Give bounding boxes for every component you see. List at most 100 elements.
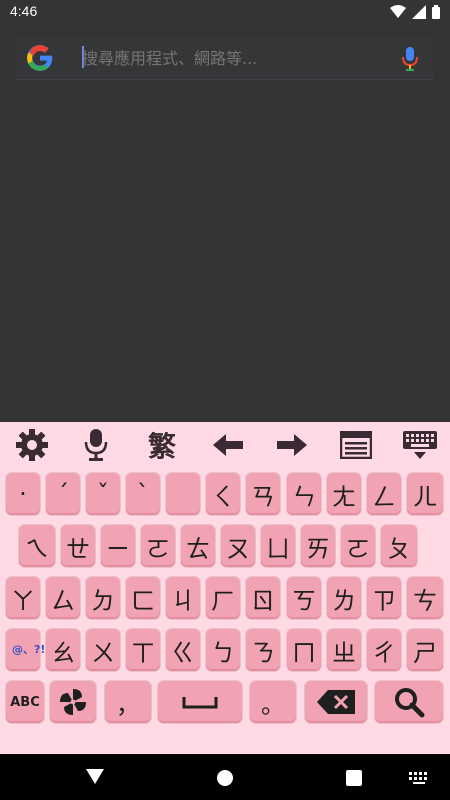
key-label: ㄗ [372,586,396,615]
key-label: ㄤ [332,482,356,511]
keyboard-toolbar: 繁 [0,422,450,468]
key-row1-4[interactable]: ˋ [125,472,161,516]
key-label: ㄎ [292,586,316,615]
period-label: 。 [261,690,285,719]
key-label: ㄑ [211,482,235,511]
key-label: ㄌ [332,586,356,615]
key-row4-4[interactable]: ㄍ [165,628,201,672]
traditional-chinese-toggle[interactable]: 繁 [142,428,182,463]
battery-icon [432,5,440,19]
key-label: ㄆ [387,534,411,563]
key-label: ˇ [97,480,109,508]
key-row2-9[interactable]: ㄛ [340,524,376,568]
key-row2-4[interactable]: ㄛ [140,524,176,568]
home-circle-icon[interactable] [216,769,234,787]
key-row4-10[interactable]: ㄕ [406,628,444,672]
key-row3-7[interactable]: ㄖ [245,576,281,620]
key-row1-1[interactable]: · [5,472,41,516]
signal-icon [412,5,426,19]
key-row4-3[interactable]: ㄒ [125,628,161,672]
hide-keyboard-icon[interactable] [400,428,440,462]
back-triangle-icon[interactable] [86,769,104,785]
recents-square-icon[interactable] [345,769,363,787]
backspace-key[interactable] [304,680,368,724]
key-row2-6[interactable]: ㄡ [220,524,256,568]
cursor-right-arrow-icon[interactable] [274,428,310,462]
key-row3-3[interactable]: ㄉ [85,576,121,620]
key-row3-9[interactable]: ㄌ [326,576,362,620]
search-icon [395,688,425,718]
key-row4-1[interactable]: ㄠ [45,628,81,672]
key-label: ㄝ [66,534,90,563]
abc-switch-key[interactable]: ABC [5,680,45,724]
key-row1-10[interactable]: ㄥ [366,472,402,516]
space-bar-icon [182,697,218,709]
search-key[interactable] [374,680,444,724]
key-label: ㄙ [51,586,75,615]
wifi-icon [390,5,406,18]
key-label: ㄘ [413,586,437,615]
key-label: ㄖ [251,586,275,615]
key-row2-3[interactable]: ㄧ [100,524,136,568]
key-label: ㄇ [292,638,316,667]
key-row1-2[interactable]: ˊ [45,472,81,516]
search-input[interactable] [82,44,382,72]
key-label: ㄐ [171,586,195,615]
key-row3-6[interactable]: ㄏ [205,576,241,620]
settings-gear-icon[interactable] [12,428,52,462]
key-label: ㄏ [211,586,235,615]
key-label: ˋ [137,480,149,508]
key-row3-11[interactable]: ㄘ [406,576,444,620]
traditional-label: 繁 [147,430,176,463]
symbol-key[interactable]: @、?! [5,628,45,672]
comma-key[interactable]: ， [104,680,152,724]
space-key[interactable] [157,680,243,724]
key-label: ㄊ [186,534,210,563]
key-row4-8[interactable]: ㄓ [326,628,362,672]
keyboard-switcher-icon[interactable] [408,771,430,785]
key-row4-7[interactable]: ㄇ [286,628,322,672]
google-logo-icon[interactable] [26,44,54,72]
select-all-list-icon[interactable] [338,428,374,462]
key-label: ㄠ [51,638,75,667]
key-row2-7[interactable]: ㄩ [260,524,296,568]
key-row1-11[interactable]: ㄦ [406,472,444,516]
key-row4-5[interactable]: ㄅ [205,628,241,672]
key-row2-8[interactable]: ㄞ [300,524,336,568]
key-label: ㄥ [372,482,396,511]
cursor-left-arrow-icon[interactable] [210,428,246,462]
key-row1-6[interactable]: ㄑ [205,472,241,516]
key-row1-3[interactable]: ˇ [85,472,121,516]
key-row4-2[interactable]: ㄨ [85,628,121,672]
key-row3-1[interactable]: ㄚ [5,576,41,620]
key-row1-8[interactable]: ㄣ [286,472,322,516]
backspace-icon [317,690,355,714]
key-row4-6[interactable]: ㄋ [245,628,281,672]
key-row2-1[interactable]: ㄟ [18,524,56,568]
key-row1-9[interactable]: ㄤ [326,472,362,516]
key-row3-8[interactable]: ㄎ [286,576,322,620]
key-label: ㄓ [332,638,356,667]
key-row3-5[interactable]: ㄐ [165,576,201,620]
period-key[interactable]: 。 [249,680,297,724]
key-row3-2[interactable]: ㄙ [45,576,81,620]
key-label: ㄦ [413,482,437,511]
key-row2-2[interactable]: ㄝ [60,524,96,568]
key-label: ㄋ [251,638,275,667]
key-label: ㄅ [211,638,235,667]
key-label: ㄈ [131,586,155,615]
key-row3-10[interactable]: ㄗ [366,576,402,620]
emoji-pinwheel-key[interactable] [49,680,97,724]
key-row4-9[interactable]: ㄔ [366,628,402,672]
key-row2-10[interactable]: ㄆ [380,524,418,568]
key-label: ㄩ [266,534,290,563]
voice-search-mic-icon[interactable] [400,46,420,72]
status-time: 4:46 [10,3,38,19]
voice-input-mic-icon[interactable] [78,428,114,462]
key-row2-5[interactable]: ㄊ [180,524,216,568]
key-row3-4[interactable]: ㄈ [125,576,161,620]
key-row1-7[interactable]: ㄢ [245,472,281,516]
key-label: ㄨ [91,638,115,667]
key-row1-5[interactable]: ˙ [165,472,201,516]
google-search-bar[interactable] [16,36,434,80]
